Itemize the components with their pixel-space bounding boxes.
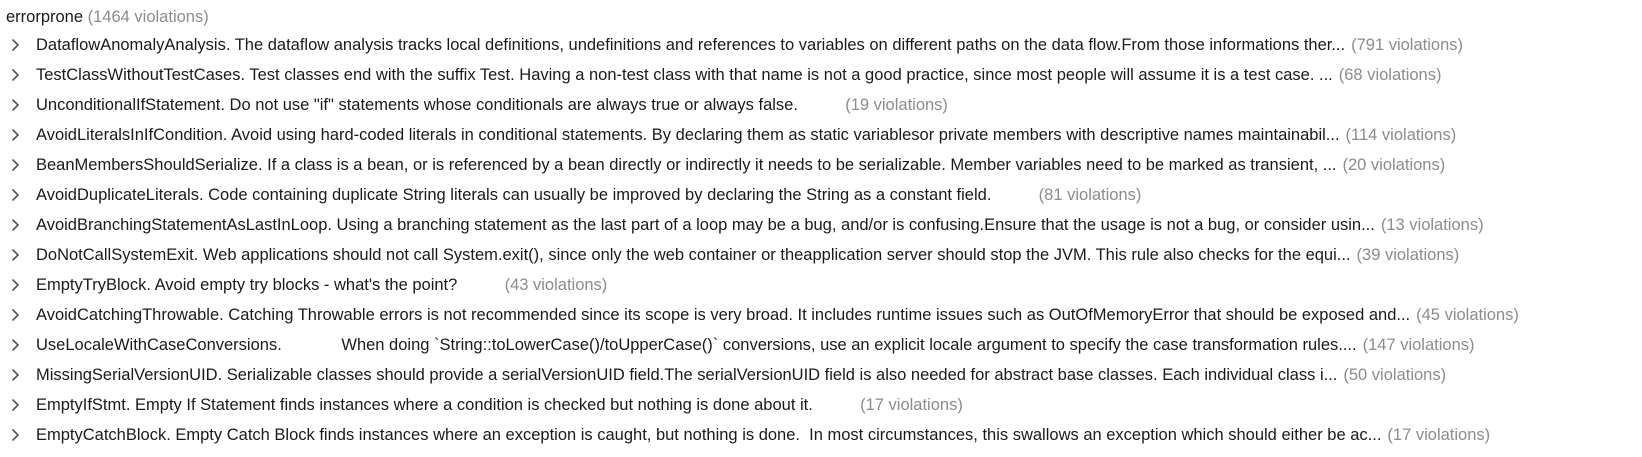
chevron-right-icon[interactable] xyxy=(8,180,22,210)
rule-row[interactable]: UseLocaleWithCaseConversions. When doing… xyxy=(0,330,1642,360)
chevron-right-icon[interactable] xyxy=(8,390,22,420)
rule-violation-count: (45 violations) xyxy=(1416,306,1519,324)
rule-row[interactable]: AvoidBranchingStatementAsLastInLoop. Usi… xyxy=(0,210,1642,240)
rule-description: DoNotCallSystemExit. Web applications sh… xyxy=(36,246,1351,264)
rule-description: BeanMembersShouldSerialize. If a class i… xyxy=(36,156,1337,174)
rule-violation-count: (13 violations) xyxy=(1380,216,1484,234)
chevron-right-icon[interactable] xyxy=(8,210,22,240)
chevron-right-icon[interactable] xyxy=(8,240,22,270)
rule-description: TestClassWithoutTestCases. Test classes … xyxy=(36,66,1333,84)
chevron-right-icon[interactable] xyxy=(8,360,22,390)
rule-row[interactable]: MissingSerialVersionUID. Serializable cl… xyxy=(0,360,1642,390)
rule-violation-count: (39 violations) xyxy=(1356,246,1460,264)
rule-row[interactable]: UnconditionalIfStatement. Do not use "if… xyxy=(0,90,1642,120)
chevron-right-icon[interactable] xyxy=(8,60,22,90)
rule-row[interactable]: EmptyTryBlock. Avoid empty try blocks - … xyxy=(0,270,1642,300)
rule-violation-count: (81 violations) xyxy=(1038,186,1142,204)
root-violation-count: (1464 violations) xyxy=(87,8,209,26)
rule-violation-count: (17 violations) xyxy=(1387,426,1491,444)
chevron-right-icon[interactable] xyxy=(8,150,22,180)
chevron-right-icon[interactable] xyxy=(8,90,22,120)
tree-root-errorprone[interactable]: errorprone (1464 violations) xyxy=(0,4,1642,30)
rule-violation-count: (791 violations) xyxy=(1351,36,1463,54)
rule-row[interactable]: EmptyCatchBlock. Empty Catch Block finds… xyxy=(0,420,1642,450)
rule-violation-count: (43 violations) xyxy=(504,276,608,294)
rule-description: UseLocaleWithCaseConversions. When doing… xyxy=(36,336,1357,354)
rule-description: EmptyTryBlock. Avoid empty try blocks - … xyxy=(36,276,499,294)
rule-row[interactable]: DoNotCallSystemExit. Web applications sh… xyxy=(0,240,1642,270)
chevron-right-icon[interactable] xyxy=(8,30,22,60)
chevron-right-icon[interactable] xyxy=(8,420,22,450)
rule-row[interactable]: AvoidDuplicateLiterals. Code containing … xyxy=(0,180,1642,210)
rule-violation-count: (19 violations) xyxy=(845,96,948,114)
rule-description: EmptyIfStmt. Empty If Statement finds in… xyxy=(36,396,855,414)
rule-violation-count: (147 violations) xyxy=(1362,336,1475,354)
rule-description: DataflowAnomalyAnalysis. The dataflow an… xyxy=(36,36,1346,54)
rule-row[interactable]: EmptyIfStmt. Empty If Statement finds in… xyxy=(0,390,1642,420)
rule-row[interactable]: AvoidCatchingThrowable. Catching Throwab… xyxy=(0,300,1642,330)
rule-violation-count: (68 violations) xyxy=(1338,66,1442,84)
rule-row[interactable]: BeanMembersShouldSerialize. If a class i… xyxy=(0,150,1642,180)
rule-list: DataflowAnomalyAnalysis. The dataflow an… xyxy=(0,30,1642,450)
root-name: errorprone xyxy=(6,8,84,26)
rule-description: MissingSerialVersionUID. Serializable cl… xyxy=(36,366,1338,384)
chevron-right-icon[interactable] xyxy=(8,330,22,360)
rule-description: AvoidCatchingThrowable. Catching Throwab… xyxy=(36,306,1411,324)
chevron-right-icon[interactable] xyxy=(8,270,22,300)
rule-description: AvoidLiteralsInIfCondition. Avoid using … xyxy=(36,126,1340,144)
rule-violation-count: (20 violations) xyxy=(1342,156,1446,174)
rule-violation-count: (17 violations) xyxy=(860,396,963,414)
rule-row[interactable]: TestClassWithoutTestCases. Test classes … xyxy=(0,60,1642,90)
rule-description: UnconditionalIfStatement. Do not use "if… xyxy=(36,96,840,114)
rule-violation-count: (114 violations) xyxy=(1345,126,1457,144)
rule-description: AvoidDuplicateLiterals. Code containing … xyxy=(36,186,1033,204)
violations-tree: errorprone (1464 violations) DataflowAno… xyxy=(0,0,1642,457)
rule-row[interactable]: AvoidLiteralsInIfCondition. Avoid using … xyxy=(0,120,1642,150)
chevron-right-icon[interactable] xyxy=(8,300,22,330)
rule-row[interactable]: DataflowAnomalyAnalysis. The dataflow an… xyxy=(0,30,1642,60)
chevron-right-icon[interactable] xyxy=(8,120,22,150)
rule-description: EmptyCatchBlock. Empty Catch Block finds… xyxy=(36,426,1382,444)
rule-violation-count: (50 violations) xyxy=(1343,366,1447,384)
rule-description: AvoidBranchingStatementAsLastInLoop. Usi… xyxy=(36,216,1375,234)
